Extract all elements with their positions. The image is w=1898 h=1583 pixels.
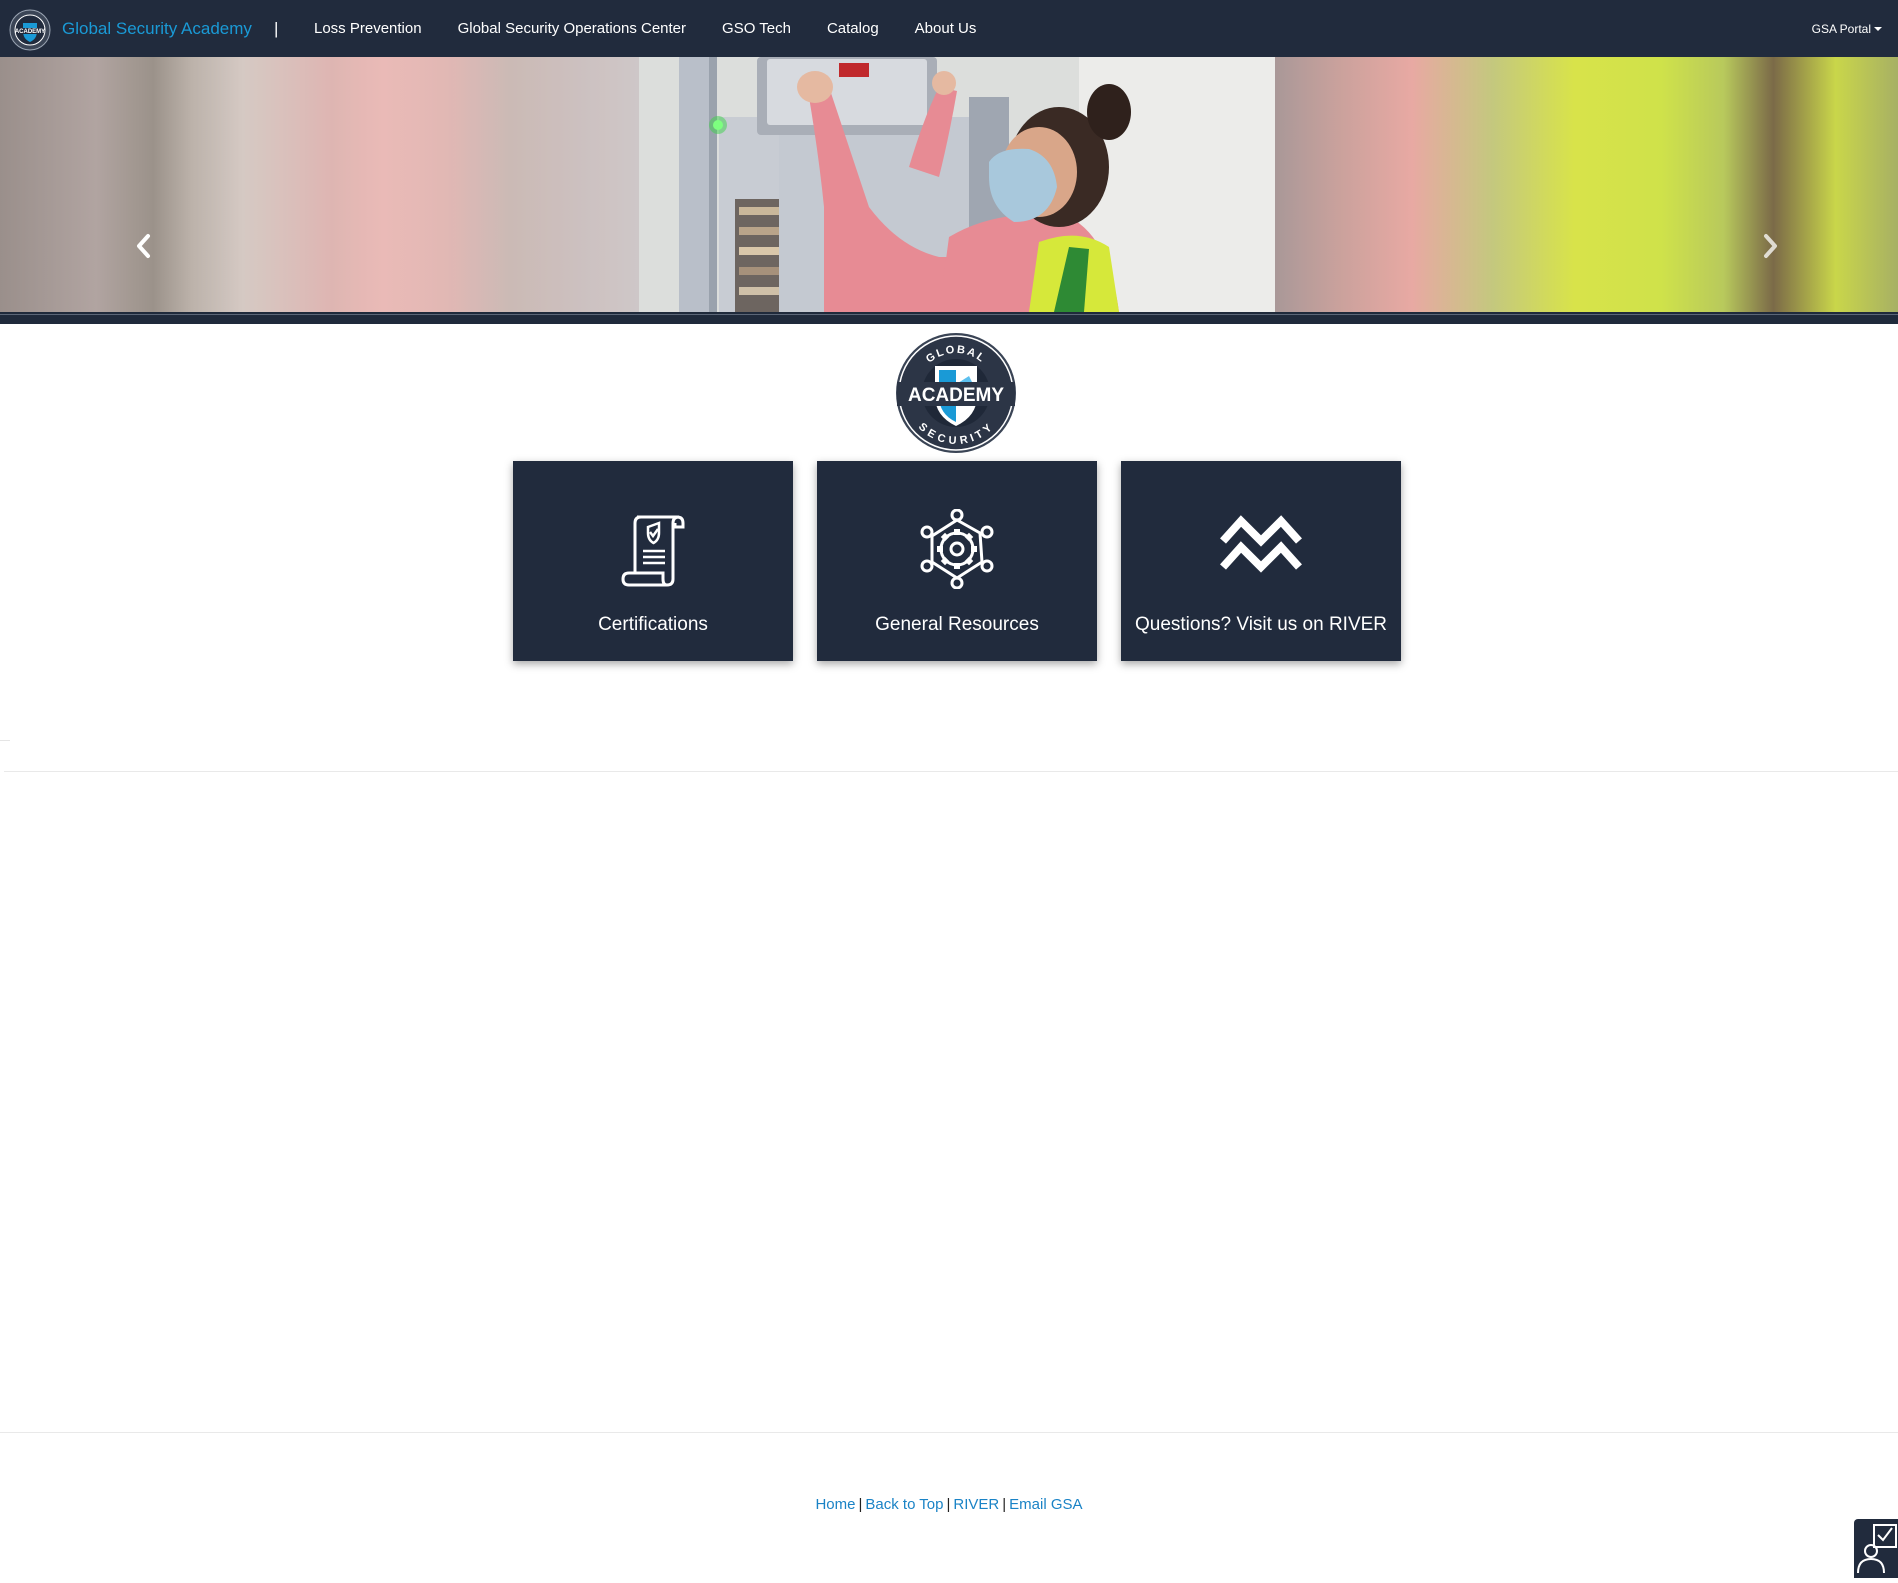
brand-separator: |	[274, 19, 279, 38]
caret-down-icon	[1874, 27, 1882, 31]
footer-separator: |	[946, 1496, 951, 1513]
carousel-prev-arrow-icon[interactable]	[131, 233, 157, 259]
nav-link-about-us[interactable]: About Us	[897, 20, 995, 37]
gsa-portal-label: GSA Portal	[1811, 22, 1871, 36]
river-questions-card[interactable]: Questions? Visit us on RIVER	[1121, 461, 1401, 661]
nav-link-gso-tech[interactable]: GSO Tech	[704, 20, 809, 37]
divider	[4, 771, 1898, 772]
footer-divider	[0, 1432, 1898, 1433]
top-navbar: ACADEMY Global Security Academy | Loss P…	[0, 0, 1898, 57]
nav-links: Loss Prevention Global Security Operatio…	[296, 0, 994, 57]
river-questions-card-label: Questions? Visit us on RIVER	[1134, 614, 1388, 635]
footer-links: Home | Back to Top | RIVER | Email GSA	[0, 1496, 1898, 1513]
nav-link-global-security-operations-center[interactable]: Global Security Operations Center	[440, 20, 704, 37]
svg-text:ACADEMY: ACADEMY	[15, 29, 45, 35]
footer-link-email-gsa[interactable]: Email GSA	[1009, 1496, 1082, 1513]
general-resources-card[interactable]: General Resources	[817, 461, 1097, 661]
footer-link-back-to-top[interactable]: Back to Top	[865, 1496, 943, 1513]
hero-strip-divider	[0, 314, 1898, 315]
footer-link-river[interactable]: RIVER	[953, 1496, 999, 1513]
gear-network-icon	[920, 509, 994, 589]
user-checklist-icon	[1857, 1524, 1897, 1574]
logo-main-text: ACADEMY	[908, 385, 1004, 406]
feedback-widget-button[interactable]	[1854, 1519, 1898, 1578]
divider	[0, 740, 10, 741]
carousel-blurred-left-image	[0, 57, 639, 312]
academy-logo-small-icon[interactable]: ACADEMY	[9, 9, 51, 51]
carousel-next-arrow-icon[interactable]	[1757, 233, 1783, 259]
brand-name-link[interactable]: Global Security Academy	[62, 19, 252, 39]
footer-link-home[interactable]: Home	[815, 1496, 855, 1513]
carousel-blurred-right-image	[1275, 57, 1898, 312]
certifications-card[interactable]: Certifications	[513, 461, 793, 661]
hero-carousel	[0, 57, 1898, 312]
general-resources-card-label: General Resources	[875, 614, 1039, 635]
river-waves-icon	[1220, 515, 1302, 573]
nav-link-catalog[interactable]: Catalog	[809, 20, 897, 37]
certificate-scroll-icon	[621, 515, 685, 587]
certifications-card-label: Certifications	[598, 614, 708, 635]
footer-separator: |	[858, 1496, 863, 1513]
gsa-portal-dropdown[interactable]: GSA Portal	[1812, 22, 1882, 36]
carousel-main-image	[639, 57, 1275, 312]
global-security-academy-logo: ACADEMY GLOBAL SECURITY	[896, 333, 1016, 453]
security-officer-photo	[639, 57, 1275, 312]
footer-separator: |	[1002, 1496, 1007, 1513]
nav-link-loss-prevention[interactable]: Loss Prevention	[296, 20, 440, 37]
